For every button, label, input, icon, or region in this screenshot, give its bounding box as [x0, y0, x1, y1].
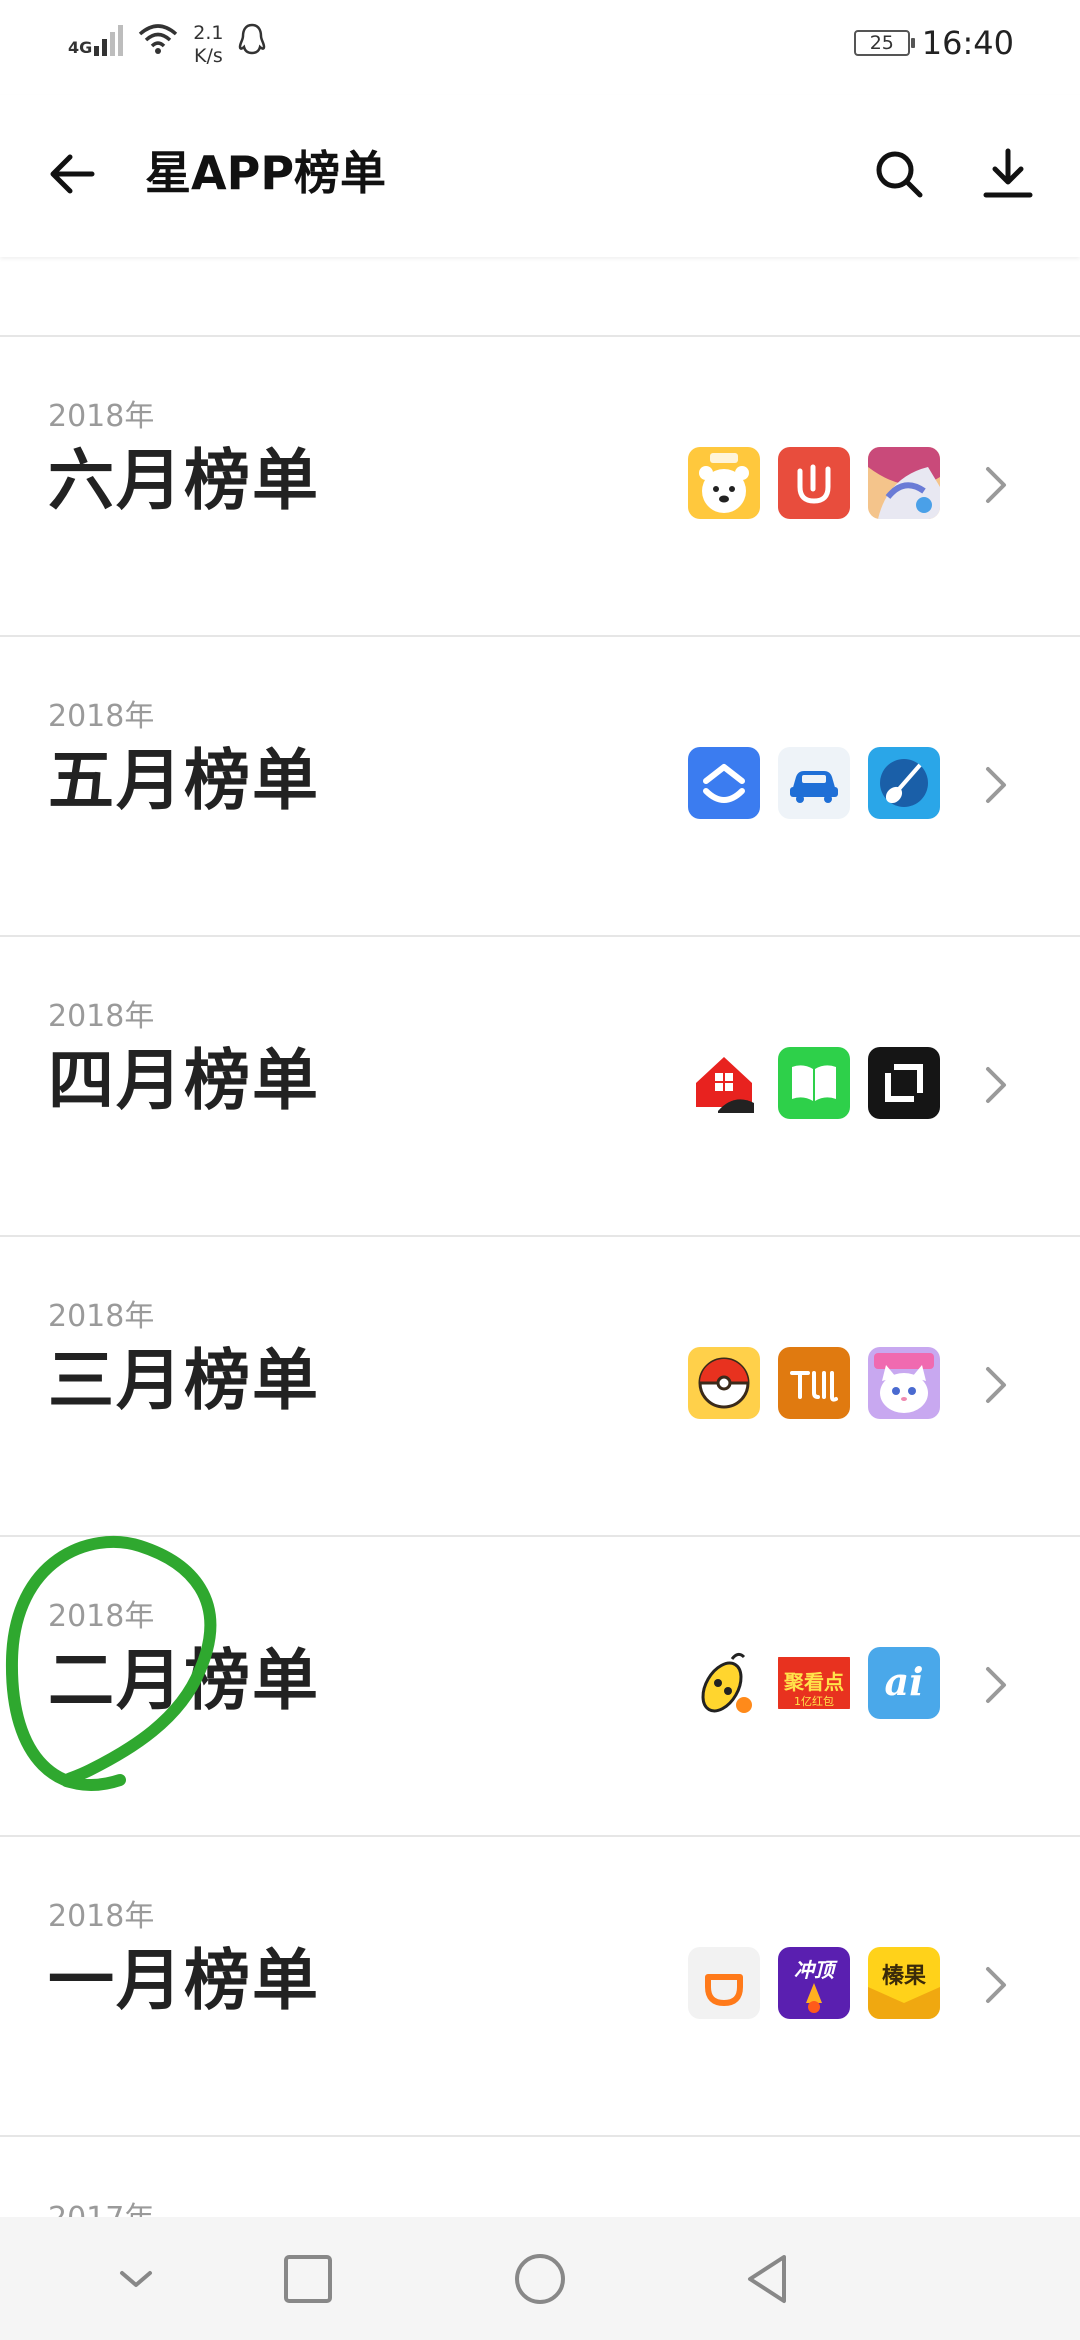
- navigation-bar: [0, 2217, 1080, 2340]
- jukandian-sublabel: 1亿红包: [794, 1695, 834, 1708]
- chevron-right-icon: [986, 1667, 1006, 1703]
- ranking-list[interactable]: 2018年 六月榜单 2018年 五月榜单 2018年 四月榜单 2018年 三…: [0, 257, 1080, 2217]
- wifi-icon: [139, 24, 178, 54]
- year-label: 2018年: [48, 999, 155, 1034]
- chevron-right-icon: [986, 1067, 1006, 1103]
- month-item-april[interactable]: 2018年 四月榜单: [0, 937, 1080, 1237]
- collapse-icon[interactable]: [104, 2247, 168, 2311]
- month-item-may[interactable]: 2018年 五月榜单: [0, 637, 1080, 937]
- red-house-app-icon: [688, 1047, 760, 1119]
- signal-icon: [94, 22, 124, 56]
- guitar-app-icon: [868, 747, 940, 819]
- black-square-app-icon: [868, 1047, 940, 1119]
- search-icon[interactable]: [870, 145, 930, 205]
- year-label: 2018年: [48, 399, 155, 434]
- chevron-right-icon: [986, 467, 1006, 503]
- year-label-partial: 2017年: [48, 2201, 154, 2217]
- year-label: 2018年: [48, 699, 155, 734]
- month-title: 五月榜单: [48, 742, 320, 819]
- chevron-right-icon: [986, 1967, 1006, 2003]
- chongding-label: 冲顶: [794, 1958, 838, 1982]
- app-icons: [688, 1347, 940, 1419]
- month-item-february[interactable]: 2018年 二月榜单 聚看点 1亿红包 ai: [0, 1537, 1080, 1837]
- year-label: 2018年: [48, 1899, 155, 1934]
- month-title: 一月榜单: [48, 1942, 320, 2019]
- chevron-right-icon: [986, 1367, 1006, 1403]
- month-item-january[interactable]: 2018年 一月榜单 冲顶 榛果: [0, 1837, 1080, 2137]
- network-speed: 2.1 K/s: [193, 22, 223, 68]
- app-icons: [688, 447, 940, 519]
- status-bar: 4G 2.1 K/s 25 16:40: [0, 0, 1080, 95]
- chevron-right-icon: [986, 767, 1006, 803]
- app-icons: [688, 747, 940, 819]
- ai-app-icon: ai: [868, 1647, 940, 1719]
- car-app-icon: [778, 747, 850, 819]
- year-label: 2018年: [48, 1599, 155, 1634]
- pokeball-app-icon: [688, 1347, 760, 1419]
- status-time: 16:40: [921, 24, 1014, 62]
- year-label: 2018年: [48, 1299, 155, 1334]
- download-icon[interactable]: [978, 145, 1038, 205]
- blue-home-app-icon: [688, 747, 760, 819]
- speed-unit: K/s: [193, 45, 223, 67]
- bangguo-app-icon: 榛果: [868, 1947, 940, 2019]
- anime-game-app-icon: [868, 447, 940, 519]
- app-bar: 星APP榜单: [0, 95, 1080, 257]
- month-item-march[interactable]: 2018年 三月榜单: [0, 1237, 1080, 1537]
- month-title: 六月榜单: [48, 442, 320, 519]
- recent-apps-icon[interactable]: [276, 2247, 340, 2311]
- jukandian-label: 聚看点: [783, 1670, 844, 1694]
- month-title: 四月榜单: [48, 1042, 320, 1119]
- app-icons: 聚看点 1亿红包 ai: [688, 1647, 940, 1719]
- status-right: 25 16:40: [853, 24, 1014, 62]
- ai-label: ai: [884, 1659, 923, 1704]
- battery-icon: 25: [853, 30, 915, 56]
- bangguo-label: 榛果: [882, 1964, 926, 1989]
- home-icon[interactable]: [508, 2247, 572, 2311]
- back-icon[interactable]: [736, 2247, 800, 2311]
- month-title: 三月榜单: [48, 1342, 320, 1419]
- speed-value: 2.1: [193, 22, 224, 44]
- qq-icon: [239, 23, 266, 55]
- jukandian-app-icon: 聚看点 1亿红包: [778, 1647, 850, 1719]
- orange-logo-app-icon: [778, 1347, 850, 1419]
- polar-bear-app-icon: [688, 447, 760, 519]
- green-book-app-icon: [778, 1047, 850, 1119]
- cat-game-app-icon: [868, 1347, 940, 1419]
- month-title: 二月榜单: [48, 1642, 320, 1719]
- chongding-app-icon: 冲顶: [778, 1947, 850, 2019]
- app-icons: [688, 1047, 940, 1119]
- status-left: 4G 2.1 K/s: [68, 22, 267, 68]
- back-arrow-icon[interactable]: [42, 144, 102, 204]
- red-u-app-icon: [778, 447, 850, 519]
- app-icons: 冲顶 榛果: [688, 1947, 940, 2019]
- month-item-june[interactable]: 2018年 六月榜单: [0, 337, 1080, 637]
- battery-level: 25: [869, 32, 894, 54]
- didi-app-icon: [688, 1947, 760, 2019]
- yellow-mouse-app-icon: [688, 1647, 760, 1719]
- page-title: 星APP榜单: [145, 146, 387, 200]
- network-type: 4G: [68, 38, 93, 57]
